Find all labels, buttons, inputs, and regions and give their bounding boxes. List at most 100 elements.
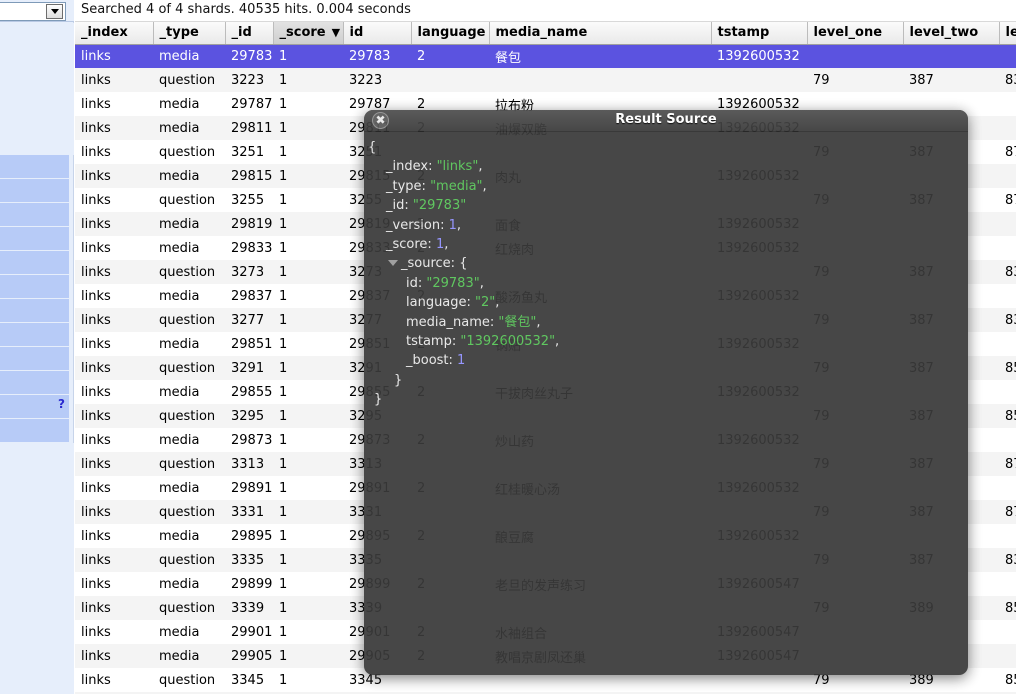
cell-_id[interactable]: 29855 bbox=[225, 380, 273, 404]
cell-_id[interactable]: 3335 bbox=[225, 548, 273, 572]
cell-_score[interactable]: 1 bbox=[273, 620, 343, 644]
sidebar-row[interactable] bbox=[0, 203, 69, 227]
cell-_index[interactable]: links bbox=[75, 44, 153, 68]
cell-_type[interactable]: media bbox=[153, 620, 225, 644]
cell-level_three[interactable]: 87 bbox=[999, 140, 1016, 164]
cell-_id[interactable]: 29873 bbox=[225, 428, 273, 452]
cell-_score[interactable]: 1 bbox=[273, 164, 343, 188]
cell-_score[interactable]: 1 bbox=[273, 68, 343, 92]
cell-_score[interactable]: 1 bbox=[273, 668, 343, 692]
column-header-_index[interactable]: _index bbox=[75, 22, 154, 45]
cell-_type[interactable]: question bbox=[153, 308, 225, 332]
cell-_id[interactable]: 29783 bbox=[225, 44, 273, 68]
cell-_score[interactable]: 1 bbox=[273, 332, 343, 356]
cell-_id[interactable]: 3339 bbox=[225, 596, 273, 620]
cell-_type[interactable]: media bbox=[153, 284, 225, 308]
cell-level_one[interactable] bbox=[807, 44, 903, 68]
table-row[interactable]: links media 29783 1 29783 2 餐包 1392600532 bbox=[75, 44, 1016, 68]
cell-_type[interactable]: question bbox=[153, 356, 225, 380]
cell-_type[interactable]: media bbox=[153, 572, 225, 596]
cell-_index[interactable]: links bbox=[75, 668, 153, 692]
cell-level_three[interactable] bbox=[999, 332, 1016, 356]
cell-_score[interactable]: 1 bbox=[273, 644, 343, 668]
cell-_id[interactable]: 3331 bbox=[225, 500, 273, 524]
cell-level_three[interactable] bbox=[999, 428, 1016, 452]
cell-_score[interactable]: 1 bbox=[273, 212, 343, 236]
sidebar-row[interactable]: ? bbox=[0, 395, 69, 419]
cell-_index[interactable]: links bbox=[75, 428, 153, 452]
column-header-_type[interactable]: _type bbox=[153, 22, 226, 45]
cell-_type[interactable]: question bbox=[153, 500, 225, 524]
cell-_id[interactable]: 3345 bbox=[225, 668, 273, 692]
cell-level_three[interactable] bbox=[999, 644, 1016, 668]
column-header-language[interactable]: language bbox=[411, 22, 490, 45]
cell-_index[interactable]: links bbox=[75, 620, 153, 644]
cell-_index[interactable]: links bbox=[75, 596, 153, 620]
column-header-id[interactable]: id bbox=[343, 22, 412, 45]
cell-level_three[interactable]: 85 bbox=[999, 404, 1016, 428]
cell-_index[interactable]: links bbox=[75, 68, 153, 92]
cell-_score[interactable]: 1 bbox=[273, 44, 343, 68]
cell-_type[interactable]: media bbox=[153, 380, 225, 404]
table-row[interactable]: linksquestion3223132237938783 bbox=[75, 68, 1016, 92]
cell-level_three[interactable]: 83 bbox=[999, 260, 1016, 284]
sidebar-row[interactable] bbox=[0, 251, 69, 275]
cell-_index[interactable]: links bbox=[75, 500, 153, 524]
cell-_score[interactable]: 1 bbox=[273, 428, 343, 452]
cell-level_two[interactable]: 387 bbox=[903, 68, 999, 92]
cell-level_three[interactable] bbox=[999, 44, 1016, 68]
cell-_score[interactable]: 1 bbox=[273, 92, 343, 116]
cell-level_three[interactable] bbox=[999, 236, 1016, 260]
sidebar-row[interactable] bbox=[0, 347, 69, 371]
cell-_id[interactable]: 29815 bbox=[225, 164, 273, 188]
cell-_id[interactable]: 3277 bbox=[225, 308, 273, 332]
cell-_type[interactable]: media bbox=[153, 44, 225, 68]
cell-_score[interactable]: 1 bbox=[273, 548, 343, 572]
cell-_index[interactable]: links bbox=[75, 356, 153, 380]
cell-_type[interactable]: media bbox=[153, 332, 225, 356]
cell-media_name[interactable] bbox=[489, 68, 711, 92]
cell-_id[interactable]: 29895 bbox=[225, 524, 273, 548]
cell-_index[interactable]: links bbox=[75, 476, 153, 500]
cell-_index[interactable]: links bbox=[75, 524, 153, 548]
cell-_type[interactable]: media bbox=[153, 428, 225, 452]
column-header-_id[interactable]: _id bbox=[225, 22, 274, 45]
cell-level_three[interactable]: 83 bbox=[999, 308, 1016, 332]
cell-level_three[interactable]: 83 bbox=[999, 548, 1016, 572]
cell-_type[interactable]: question bbox=[153, 452, 225, 476]
cell-level_three[interactable] bbox=[999, 620, 1016, 644]
cell-_index[interactable]: links bbox=[75, 284, 153, 308]
cell-_id[interactable]: 29787 bbox=[225, 92, 273, 116]
cell-_id[interactable]: 3255 bbox=[225, 188, 273, 212]
cell-id[interactable]: 29783 bbox=[343, 44, 411, 68]
column-header-level_one[interactable]: level_one bbox=[807, 22, 904, 45]
sidebar-row[interactable] bbox=[0, 179, 69, 203]
cell-_index[interactable]: links bbox=[75, 260, 153, 284]
cell-_score[interactable]: 1 bbox=[273, 524, 343, 548]
cell-_type[interactable]: question bbox=[153, 140, 225, 164]
triangle-down-icon[interactable] bbox=[388, 259, 398, 266]
cell-_index[interactable]: links bbox=[75, 164, 153, 188]
cell-tstamp[interactable]: 1392600532 bbox=[711, 44, 807, 68]
cell-_score[interactable]: 1 bbox=[273, 356, 343, 380]
cell-_id[interactable]: 29811 bbox=[225, 116, 273, 140]
cell-_index[interactable]: links bbox=[75, 572, 153, 596]
sidebar-row[interactable] bbox=[0, 155, 69, 179]
cell-_index[interactable]: links bbox=[75, 404, 153, 428]
cell-level_three[interactable]: 85 bbox=[999, 596, 1016, 620]
sidebar-row[interactable] bbox=[0, 275, 69, 299]
cell-language[interactable]: 2 bbox=[411, 44, 489, 68]
cell-_score[interactable]: 1 bbox=[273, 140, 343, 164]
cell-_index[interactable]: links bbox=[75, 452, 153, 476]
cell-_type[interactable]: media bbox=[153, 644, 225, 668]
cell-_id[interactable]: 29905 bbox=[225, 644, 273, 668]
cell-level_three[interactable]: 85 bbox=[999, 668, 1016, 692]
cell-_index[interactable]: links bbox=[75, 308, 153, 332]
cell-_index[interactable]: links bbox=[75, 212, 153, 236]
cell-_type[interactable]: media bbox=[153, 236, 225, 260]
cell-_score[interactable]: 1 bbox=[273, 236, 343, 260]
cell-level_one[interactable]: 79 bbox=[807, 68, 903, 92]
cell-_id[interactable]: 29851 bbox=[225, 332, 273, 356]
cell-_score[interactable]: 1 bbox=[273, 500, 343, 524]
column-header-media_name[interactable]: media_name bbox=[489, 22, 712, 45]
